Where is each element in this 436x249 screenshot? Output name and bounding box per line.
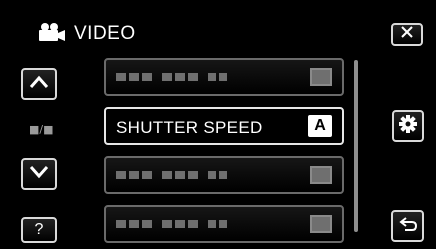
help-button[interactable]: ?	[21, 217, 57, 243]
help-label: ?	[34, 221, 44, 238]
menu-item-value-icon	[310, 68, 332, 86]
menu-item-label-placeholder	[116, 220, 227, 228]
back-button[interactable]	[391, 210, 424, 242]
gear-icon	[398, 114, 418, 139]
menu-item-value-icon	[310, 166, 332, 184]
scrollbar[interactable]	[354, 60, 358, 232]
video-camera-icon	[36, 22, 66, 47]
menu-item-label-placeholder	[116, 171, 227, 179]
close-icon	[400, 25, 414, 44]
page-indicator: ■/■	[29, 123, 54, 136]
menu-title: VIDEO	[74, 23, 136, 44]
scroll-up-button[interactable]	[21, 68, 57, 100]
menu-item-label: SHUTTER SPEED	[116, 118, 263, 137]
menu-item-3[interactable]	[104, 156, 344, 194]
menu-item-label-placeholder	[116, 73, 227, 81]
menu-header: VIDEO	[36, 20, 136, 48]
chevron-up-icon	[29, 75, 49, 94]
menu-item-1[interactable]	[104, 58, 344, 96]
menu-item-4[interactable]	[104, 205, 344, 243]
back-arrow-icon	[398, 215, 418, 238]
menu-item-shutter-speed[interactable]: SHUTTER SPEED A	[104, 107, 344, 145]
menu-item-value-badge: A	[308, 115, 332, 137]
menu-item-value-icon	[310, 215, 332, 233]
chevron-down-icon	[29, 165, 49, 184]
close-button[interactable]	[391, 23, 423, 46]
scroll-down-button[interactable]	[21, 158, 57, 190]
settings-button[interactable]	[392, 110, 424, 142]
